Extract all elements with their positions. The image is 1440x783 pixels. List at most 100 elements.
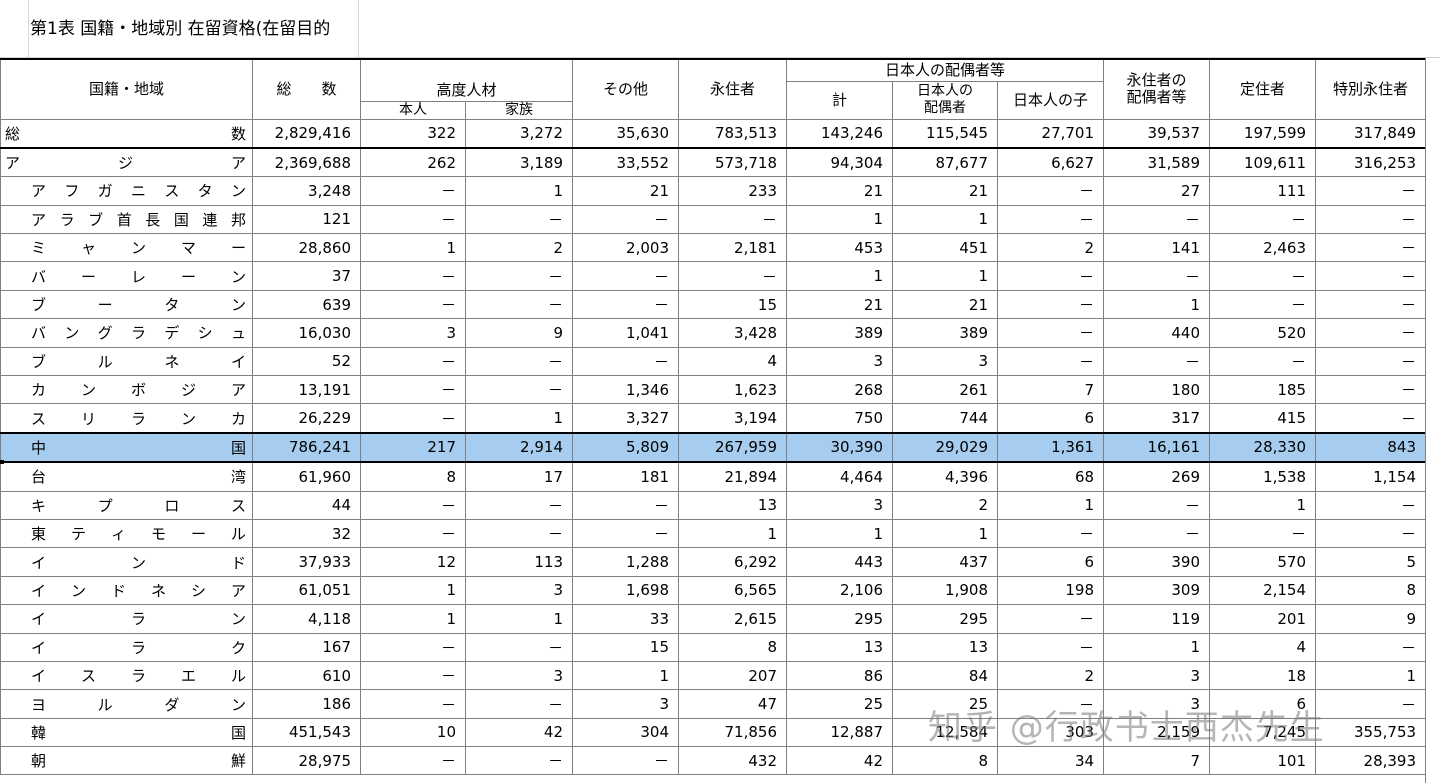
value-cell[interactable]: 167 bbox=[252, 632, 361, 662]
value-cell[interactable]: 1 bbox=[465, 604, 573, 634]
value-cell[interactable]: 309 bbox=[1103, 575, 1211, 606]
value-cell[interactable]: 3 bbox=[1103, 660, 1211, 691]
value-cell[interactable]: 744 bbox=[892, 403, 998, 434]
value-cell[interactable]: － bbox=[465, 490, 573, 520]
country-name-cell[interactable]: バーレーン bbox=[0, 261, 253, 291]
value-cell[interactable]: － bbox=[678, 261, 787, 291]
value-cell[interactable]: 27,701 bbox=[996, 118, 1105, 149]
value-cell[interactable]: 3 bbox=[892, 346, 998, 377]
value-cell[interactable]: － bbox=[465, 346, 573, 377]
value-cell[interactable]: － bbox=[465, 204, 573, 235]
value-cell[interactable]: 2 bbox=[465, 233, 573, 263]
value-cell[interactable]: 4,396 bbox=[892, 461, 998, 492]
value-cell[interactable]: 35,630 bbox=[572, 118, 679, 149]
value-cell[interactable]: 29,029 bbox=[892, 431, 998, 464]
value-cell[interactable]: 37,933 bbox=[252, 547, 361, 577]
value-cell[interactable]: 115,545 bbox=[892, 118, 998, 149]
value-cell[interactable]: 261 bbox=[892, 375, 998, 405]
value-cell[interactable]: 16,161 bbox=[1103, 431, 1211, 464]
value-cell[interactable]: 1 bbox=[892, 261, 998, 291]
value-cell[interactable]: 1,288 bbox=[572, 547, 679, 577]
value-cell[interactable]: 21 bbox=[786, 289, 893, 320]
value-cell[interactable]: 2,181 bbox=[678, 233, 787, 263]
value-cell[interactable]: － bbox=[1103, 490, 1211, 520]
value-cell[interactable]: 3 bbox=[572, 689, 679, 719]
value-cell[interactable]: 5,809 bbox=[572, 431, 679, 464]
value-cell[interactable]: 2,615 bbox=[678, 604, 787, 634]
value-cell[interactable]: 3 bbox=[786, 346, 893, 377]
value-cell[interactable]: 1,346 bbox=[572, 375, 679, 405]
value-cell[interactable]: 121 bbox=[252, 204, 361, 235]
value-cell[interactable]: 207 bbox=[678, 660, 787, 691]
value-cell[interactable]: 573,718 bbox=[678, 146, 787, 178]
value-cell[interactable]: 37 bbox=[252, 261, 361, 291]
value-cell[interactable]: － bbox=[465, 375, 573, 405]
value-cell[interactable]: 1 bbox=[678, 518, 787, 549]
value-cell[interactable]: － bbox=[360, 346, 466, 377]
value-cell[interactable]: － bbox=[996, 204, 1105, 235]
value-cell[interactable]: 84 bbox=[892, 660, 998, 691]
value-cell[interactable]: 451,543 bbox=[252, 717, 361, 748]
value-cell[interactable]: － bbox=[360, 660, 466, 691]
value-cell[interactable]: － bbox=[1103, 346, 1211, 377]
value-cell[interactable]: 217 bbox=[360, 431, 466, 464]
value-cell[interactable]: 390 bbox=[1103, 547, 1211, 577]
value-cell[interactable]: 1 bbox=[786, 518, 893, 549]
value-cell[interactable]: － bbox=[1209, 261, 1317, 291]
value-cell[interactable]: 186 bbox=[252, 689, 361, 719]
value-cell[interactable]: 317,849 bbox=[1315, 118, 1427, 149]
value-cell[interactable]: － bbox=[996, 176, 1105, 206]
value-cell[interactable]: 9 bbox=[465, 318, 573, 348]
value-cell[interactable]: － bbox=[1315, 289, 1427, 320]
value-cell[interactable]: 28,975 bbox=[252, 746, 361, 776]
value-cell[interactable]: 34 bbox=[996, 746, 1105, 776]
value-cell[interactable]: － bbox=[996, 632, 1105, 662]
value-cell[interactable]: － bbox=[360, 403, 466, 434]
value-cell[interactable]: 295 bbox=[786, 604, 893, 634]
value-cell[interactable]: 3,327 bbox=[572, 403, 679, 434]
value-cell[interactable]: － bbox=[1315, 318, 1427, 348]
value-cell[interactable]: 25 bbox=[786, 689, 893, 719]
value-cell[interactable]: － bbox=[1315, 518, 1427, 549]
value-cell[interactable]: － bbox=[360, 176, 466, 206]
value-cell[interactable]: 44 bbox=[252, 490, 361, 520]
country-name-cell[interactable]: ミャンマー bbox=[0, 233, 253, 263]
value-cell[interactable]: 3 bbox=[360, 318, 466, 348]
value-cell[interactable]: － bbox=[678, 204, 787, 235]
value-cell[interactable]: 1 bbox=[465, 403, 573, 434]
value-cell[interactable]: 39,537 bbox=[1103, 118, 1211, 149]
value-cell[interactable]: 113 bbox=[465, 547, 573, 577]
value-cell[interactable]: 316,253 bbox=[1315, 146, 1427, 178]
value-cell[interactable]: 4 bbox=[678, 346, 787, 377]
value-cell[interactable]: 2,914 bbox=[465, 431, 573, 464]
value-cell[interactable]: 16,030 bbox=[252, 318, 361, 348]
country-name-cell[interactable]: アラブ首長国連邦 bbox=[0, 204, 253, 235]
country-name-cell[interactable]: ヨルダン bbox=[0, 689, 253, 719]
value-cell[interactable]: 3,194 bbox=[678, 403, 787, 434]
value-cell[interactable]: － bbox=[465, 261, 573, 291]
value-cell[interactable]: 6,627 bbox=[996, 146, 1105, 178]
value-cell[interactable]: 304 bbox=[572, 717, 679, 748]
value-cell[interactable]: 322 bbox=[360, 118, 466, 149]
value-cell[interactable]: 355,753 bbox=[1315, 717, 1427, 748]
value-cell[interactable]: 1,361 bbox=[996, 431, 1105, 464]
value-cell[interactable]: － bbox=[1315, 403, 1427, 434]
value-cell[interactable]: － bbox=[1209, 346, 1317, 377]
value-cell[interactable]: 1,698 bbox=[572, 575, 679, 606]
value-cell[interactable]: － bbox=[360, 689, 466, 719]
value-cell[interactable]: 31,589 bbox=[1103, 146, 1211, 178]
value-cell[interactable]: 17 bbox=[465, 461, 573, 492]
value-cell[interactable]: 2,154 bbox=[1209, 575, 1317, 606]
value-cell[interactable]: 8 bbox=[678, 632, 787, 662]
value-cell[interactable]: 3,189 bbox=[465, 146, 573, 178]
value-cell[interactable]: － bbox=[572, 518, 679, 549]
value-cell[interactable]: 47 bbox=[678, 689, 787, 719]
value-cell[interactable]: － bbox=[572, 490, 679, 520]
value-cell[interactable]: 12,887 bbox=[786, 717, 893, 748]
country-name-cell[interactable]: カンボジア bbox=[0, 375, 253, 405]
value-cell[interactable]: 2,003 bbox=[572, 233, 679, 263]
value-cell[interactable]: 61,960 bbox=[252, 461, 361, 492]
value-cell[interactable]: 28,860 bbox=[252, 233, 361, 263]
country-name-cell[interactable]: イスラエル bbox=[0, 660, 253, 691]
value-cell[interactable]: 15 bbox=[678, 289, 787, 320]
